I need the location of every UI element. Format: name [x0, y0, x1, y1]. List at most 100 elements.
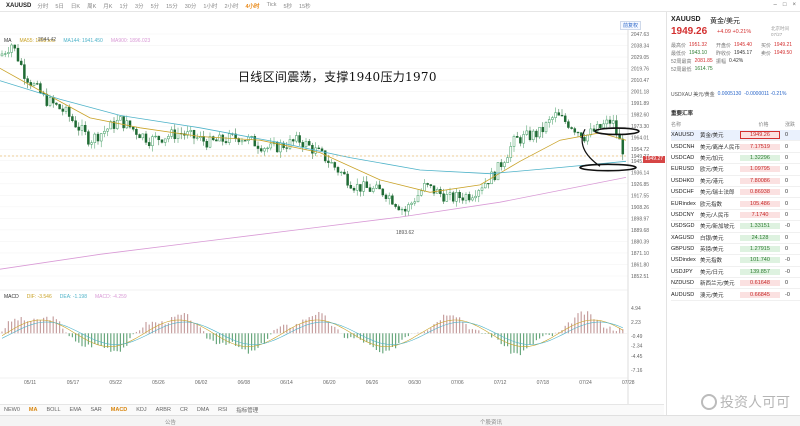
indicator-tab[interactable]: MACD	[111, 407, 128, 413]
watchlist-name: 美元/加元	[700, 155, 724, 162]
watchlist-name: 黄金/美元	[700, 133, 724, 140]
maximize-icon[interactable]: □	[783, 2, 787, 8]
candle-body	[141, 133, 145, 139]
watchlist-row[interactable]: XAUUSD 黄金/美元 1949.26 0	[671, 130, 800, 142]
window-controls: – □ ×	[774, 2, 796, 8]
watchlist-row[interactable]: USDCNY 美元/人民币 7.1740 0	[671, 210, 800, 222]
candle-body	[445, 194, 449, 202]
candle-body	[301, 142, 305, 148]
candle-body	[170, 129, 173, 137]
watchlist-change: 0	[785, 154, 789, 161]
watchlist-symbol: USDCNH	[671, 143, 695, 150]
period-tab[interactable]: 15分	[166, 2, 178, 10]
period-tab[interactable]: 分时	[37, 2, 48, 10]
watchlist-row[interactable]: USDCAD 美元/加元 1.32296 0	[671, 153, 800, 165]
period-tab[interactable]: 日K	[71, 2, 80, 10]
watchlist-row[interactable]: EURindex 欧元指数 105.486 0	[671, 198, 800, 210]
period-tab[interactable]: 周K	[87, 2, 96, 10]
watchlist-symbol: GBPUSD	[671, 246, 695, 253]
price-axis-label: 1917.55	[631, 193, 649, 199]
candle-body	[295, 135, 298, 142]
quote-price: 1949.26	[671, 26, 708, 37]
period-tab[interactable]: 2小时	[224, 2, 238, 10]
candle-body	[480, 187, 484, 191]
candle-body	[563, 115, 567, 122]
watchlist-row[interactable]: USDCHF 美元/瑞士法郎 0.86938 0	[671, 187, 800, 199]
close-icon[interactable]: ×	[792, 2, 796, 8]
indicator-tab[interactable]: 指标管理	[236, 406, 258, 414]
period-tab[interactable]: 30分	[185, 2, 197, 10]
watchlist-row[interactable]: NZDUSD 新西兰元/美元 0.61648 0	[671, 278, 800, 290]
indicator-tab[interactable]: KDJ	[136, 407, 146, 413]
indicator-tab[interactable]: EMA	[70, 407, 82, 413]
candle-body	[570, 127, 573, 129]
indicator-tab[interactable]: DMA	[197, 407, 209, 413]
date-axis-label: 07/12	[494, 380, 507, 386]
date-axis-label: 07/18	[537, 380, 550, 386]
period-tab[interactable]: 1小时	[203, 2, 217, 10]
stat-cell: 昨收价 1945.17	[716, 50, 761, 57]
candle-body	[605, 119, 609, 125]
candle-body	[365, 181, 369, 188]
watchlist-row[interactable]: AUDUSD 澳元/美元 0.66845 -0	[671, 289, 800, 301]
ma-legend: MA MA55: 1958.xxx MA144: 1941.450 MA900:…	[4, 38, 150, 44]
price-axis-label: 1991.89	[631, 101, 649, 107]
announcements-tab[interactable]: 公告	[165, 418, 176, 426]
watchlist-row[interactable]: EURUSD 欧元/美元 1.09795 0	[671, 164, 800, 176]
price-axis-label: 1871.10	[631, 251, 649, 257]
watchlist-row[interactable]: USDSGD 美元/新加坡元 1.33151 -0	[671, 221, 800, 233]
kline-chart[interactable]: 2047.63 2038.34 2029.05 2019.76 2010.47 2001.…	[0, 12, 665, 413]
watchlist-row[interactable]: USDJPY 美元/日元 139.857 -0	[671, 267, 800, 279]
ma-legend-prefix: MA	[4, 38, 12, 44]
watchlist-symbol: USDHKD	[671, 177, 695, 184]
candle-body	[375, 184, 378, 189]
period-tab[interactable]: 5分	[151, 2, 160, 10]
candle-body	[173, 129, 177, 140]
watchlist-name: 美元指数	[700, 258, 723, 265]
bottom-strip: 公告 个股资讯	[0, 415, 800, 426]
candle-body	[106, 128, 109, 132]
period-tab[interactable]: 月K	[103, 2, 112, 10]
watchlist-price: 139.857	[740, 268, 780, 275]
adjust-button[interactable]: 前复权	[620, 21, 642, 30]
period-tab[interactable]: 4小时	[246, 2, 260, 10]
candle-body	[496, 162, 500, 181]
period-tab[interactable]: 5日	[55, 2, 64, 10]
candle-body	[96, 133, 100, 142]
candle-body	[602, 123, 605, 129]
candle-body	[125, 120, 129, 129]
indicator-tab[interactable]: NEW0	[4, 407, 20, 413]
period-high-label: 2044.42	[38, 37, 57, 43]
period-tab[interactable]: 15秒	[299, 2, 311, 10]
watchlist-row[interactable]: USDHKD 美元/港元 7.80086 0	[671, 176, 800, 187]
indicator-tab[interactable]: MA	[29, 407, 38, 413]
indicator-tab[interactable]: ARBR	[156, 407, 171, 413]
period-tab[interactable]: 1分	[119, 2, 128, 10]
watchlist-row[interactable]: USDindex 美元指数 101.740 -0	[671, 255, 800, 267]
indicator-tab[interactable]: RSI	[218, 407, 227, 413]
indicator-tab[interactable]: CR	[180, 407, 188, 413]
header-blank	[698, 121, 742, 129]
candle-body	[269, 143, 273, 149]
indicator-tab[interactable]: SAR	[90, 407, 101, 413]
watchlist-row[interactable]: XAGUSD 白银/美元 24.128 0	[671, 233, 800, 244]
period-tab[interactable]: 5秒	[283, 2, 292, 10]
watchlist-row[interactable]: USDCNH 美元/离岸人民币 7.17519 0	[671, 141, 800, 153]
candle-body	[80, 125, 84, 131]
candle-body	[192, 130, 196, 139]
stat-key: 振幅	[716, 58, 727, 65]
watchlist-row[interactable]: GBPUSD 英镑/美元 1.27915 0	[671, 244, 800, 256]
candle-body	[346, 173, 349, 186]
candle-body	[176, 133, 180, 140]
period-tab[interactable]: 3分	[135, 2, 144, 10]
candle-body	[285, 147, 289, 149]
minimize-icon[interactable]: –	[774, 2, 777, 8]
candle-body	[330, 162, 333, 164]
last-price-tag: 1949.27	[643, 156, 665, 163]
news-tab[interactable]: 个股资讯	[480, 418, 502, 426]
candle-body	[77, 126, 81, 131]
indicator-tab[interactable]: BOLL	[46, 407, 60, 413]
candle-body	[461, 197, 465, 201]
ma2-legend: MA144: 1941.450	[63, 38, 103, 44]
period-tab[interactable]: Tick	[267, 2, 277, 10]
